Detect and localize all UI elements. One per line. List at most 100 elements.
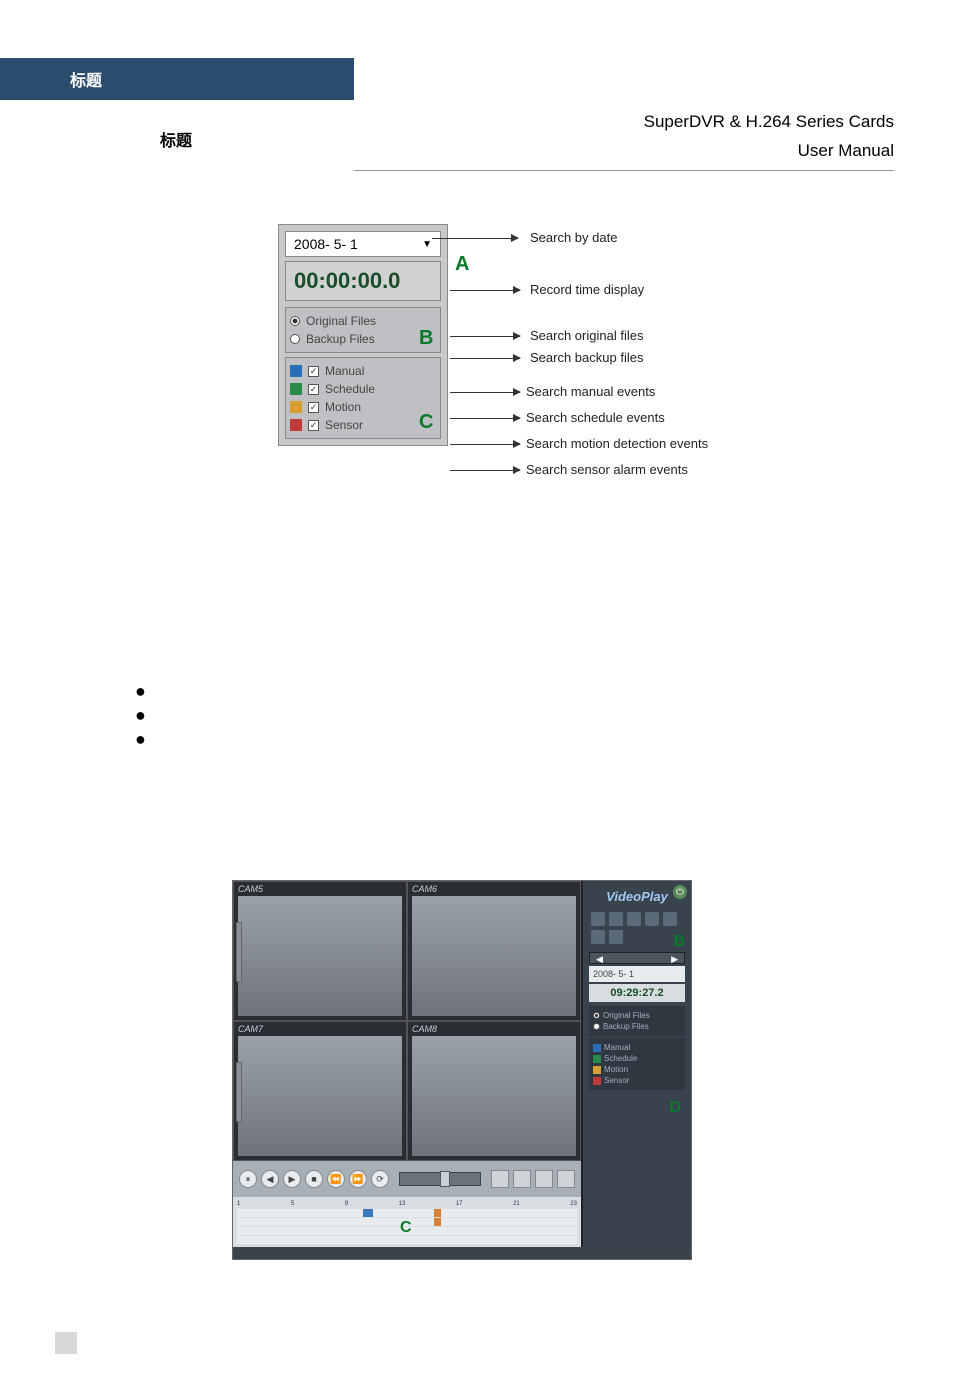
resize-handle[interactable] [236, 922, 242, 982]
cam5-label: CAM5 [238, 884, 263, 894]
event-type-group: ✓ Manual ✓ Schedule ✓ Motion ✓ Sensor [285, 357, 441, 439]
manual-checkbox[interactable]: ✓ Manual [290, 362, 436, 380]
tool-icon-3[interactable] [627, 912, 641, 926]
header-tab-1: 标题 [0, 58, 354, 100]
side-time-display: 09:29:27.2 [589, 984, 685, 1002]
chevron-down-icon[interactable]: ▼ [422, 239, 432, 250]
header-tab-2: 标题 [0, 118, 354, 160]
resize-handle[interactable] [236, 1062, 242, 1122]
motion-color-icon [593, 1066, 601, 1074]
side-original-radio[interactable]: Original Files [593, 1010, 681, 1021]
date-value: 2008- 5- 1 [294, 236, 358, 252]
timeline-panel: 1 5 9 13 17 21 23 C [233, 1197, 581, 1247]
side-manual-check[interactable]: Manual [593, 1042, 681, 1053]
cam-tile-8[interactable]: CAM8 [407, 1021, 581, 1161]
schedule-checkbox[interactable]: ✓ Schedule [290, 380, 436, 398]
arrow-motion [450, 444, 520, 445]
layout-1-button[interactable] [491, 1170, 509, 1188]
cam-tile-5[interactable]: CAM5 [233, 881, 407, 1021]
date-dropdown[interactable]: 2008- 5- 1 ▼ [285, 231, 441, 257]
side-schedule-label: Schedule [604, 1054, 637, 1063]
side-backup-radio[interactable]: Backup Files [593, 1021, 681, 1032]
videoplay-logo: VideoPlay [587, 885, 687, 910]
tool-icon-4[interactable] [645, 912, 659, 926]
layout-4-button[interactable] [513, 1170, 531, 1188]
slider-bar[interactable]: ◀ ▶ [589, 952, 685, 964]
power-icon[interactable]: ⏻ [673, 885, 687, 899]
bullet-3: ● [135, 730, 146, 748]
stop-button[interactable]: ■ [305, 1170, 323, 1188]
label-search-original: Search original files [530, 328, 643, 343]
side-sensor-check[interactable]: Sensor [593, 1075, 681, 1086]
layout-16-button[interactable] [557, 1170, 575, 1188]
schedule-label: Schedule [325, 382, 375, 396]
schedule-color-icon [593, 1055, 601, 1063]
cam6-label: CAM6 [412, 884, 437, 894]
side-schedule-check[interactable]: Schedule [593, 1053, 681, 1064]
play-button[interactable]: ▶ [283, 1170, 301, 1188]
doc-title-line1: SuperDVR & H.264 Series Cards [644, 108, 894, 137]
timeline-row-1[interactable] [237, 1209, 577, 1217]
side-file-group: Original Files Backup Files [589, 1006, 685, 1036]
prev-button[interactable]: ◀ [261, 1170, 279, 1188]
label-record-time: Record time display [530, 282, 644, 297]
side-motion-check[interactable]: Motion [593, 1064, 681, 1075]
tool-icon-2[interactable] [609, 912, 623, 926]
cam-tile-7[interactable]: CAM7 [233, 1021, 407, 1161]
search-panel-figure: 2008- 5- 1 ▼ 00:00:00.0 Original Files B… [278, 224, 718, 446]
backup-files-label: Backup Files [306, 332, 375, 346]
record-time-value: 00:00:00.0 [294, 268, 400, 293]
timeline-row-4[interactable] [237, 1236, 577, 1244]
tick: 21 [513, 1201, 520, 1207]
arrow-sensor [450, 470, 520, 471]
checkbox-checked-icon: ✓ [308, 402, 319, 413]
annotation-c: C [419, 411, 433, 434]
search-panel: 2008- 5- 1 ▼ 00:00:00.0 Original Files B… [278, 224, 448, 446]
side-date-dropdown[interactable]: 2008- 5- 1 [589, 966, 685, 982]
motion-checkbox[interactable]: ✓ Motion [290, 398, 436, 416]
side-sensor-label: Sensor [604, 1076, 629, 1085]
manual-color-icon [290, 365, 302, 377]
forward-button[interactable]: ⏩ [349, 1170, 367, 1188]
annotation-b: B [419, 327, 433, 350]
arrow-date [432, 238, 518, 239]
tool-icon-1[interactable] [591, 912, 605, 926]
tick: 9 [345, 1201, 348, 1207]
tool-icon-5[interactable] [663, 912, 677, 926]
tool-icon-6[interactable] [591, 930, 605, 944]
rewind-button[interactable]: ⏪ [327, 1170, 345, 1188]
loop-button[interactable]: ⟳ [371, 1170, 389, 1188]
cam8-video [412, 1036, 576, 1156]
cam-tile-6[interactable]: CAM6 [407, 881, 581, 1021]
label-search-motion: Search motion detection events [526, 436, 708, 451]
radio-checked-icon [593, 1012, 600, 1019]
playback-controls: ⏸ ◀ ▶ ■ ⏪ ⏩ ⟳ [233, 1161, 581, 1197]
slider-thumb-icon[interactable] [440, 1171, 450, 1187]
side-toolbar [587, 910, 687, 950]
pause-button[interactable]: ⏸ [239, 1170, 257, 1188]
speed-slider[interactable] [399, 1172, 481, 1186]
tool-icon-7[interactable] [609, 930, 623, 944]
original-files-radio[interactable]: Original Files [290, 312, 436, 330]
original-files-label: Original Files [306, 314, 376, 328]
label-search-schedule: Search schedule events [526, 410, 665, 425]
radio-icon [290, 334, 300, 344]
backup-files-radio[interactable]: Backup Files [290, 330, 436, 348]
bullet-1: ● [135, 682, 146, 700]
checkbox-checked-icon: ✓ [308, 384, 319, 395]
tick: 23 [570, 1201, 577, 1207]
schedule-color-icon [290, 383, 302, 395]
timeline-segment [434, 1209, 441, 1217]
sensor-checkbox[interactable]: ✓ Sensor [290, 416, 436, 434]
label-search-date: Search by date [530, 230, 617, 245]
bullet-2: ● [135, 706, 146, 724]
annotation-c2: C [400, 1219, 412, 1237]
doc-title-block: SuperDVR & H.264 Series Cards User Manua… [644, 108, 894, 166]
manual-label: Manual [325, 364, 364, 378]
arrow-time [450, 290, 520, 291]
header-tab-2-label: 标题 [160, 127, 192, 151]
file-source-group: Original Files Backup Files [285, 307, 441, 353]
timeline-ruler: 1 5 9 13 17 21 23 [237, 1201, 577, 1207]
layout-9-button[interactable] [535, 1170, 553, 1188]
annotation-a: A [455, 253, 469, 276]
